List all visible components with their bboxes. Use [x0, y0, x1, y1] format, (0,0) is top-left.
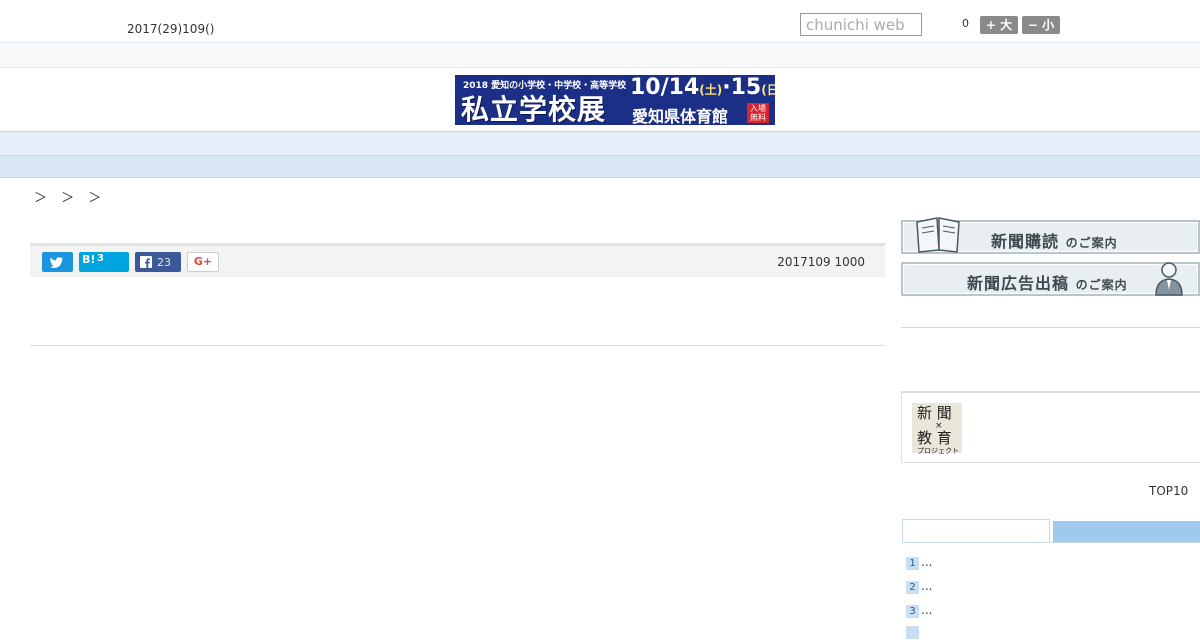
google-plus-button[interactable]: G+	[187, 252, 219, 272]
advertising-label: 新聞広告出稿	[967, 274, 1070, 293]
ranking-tab[interactable]	[1053, 521, 1200, 543]
top-bar: 2017(29)109() 0 + 大 − 小	[0, 0, 1200, 43]
ranking-item-partial[interactable]	[906, 626, 921, 640]
school-fair-banner[interactable]: 2018 愛知の小学校・中学校・高等学校 私立学校展 10/14(土)·15(日…	[455, 75, 775, 125]
hatena-bookmark-button[interactable]: B! 3	[79, 252, 129, 272]
newspaper-icon	[916, 217, 960, 253]
sub-header-bar	[0, 44, 1200, 68]
subscription-banner[interactable]: 新聞購読 のご案内	[901, 217, 1200, 254]
rank-number: 2	[906, 581, 919, 594]
current-date: 2017(29)109()	[127, 22, 215, 36]
font-size-indicator: 0	[962, 17, 969, 30]
banner-place: 愛知県体育館	[632, 107, 729, 125]
article-published-date: 2017109 1000	[777, 255, 865, 269]
businessman-icon	[1155, 262, 1183, 296]
twitter-share-button[interactable]	[42, 252, 73, 272]
banner-date: 10/14(土)·15(日)	[630, 75, 775, 100]
font-bigger-button[interactable]: + 大	[980, 16, 1018, 34]
rank-text: ...	[921, 579, 933, 593]
advertising-banner[interactable]: 新聞広告出稿 のご案内	[901, 262, 1200, 296]
global-nav	[0, 131, 1200, 155]
search-input[interactable]	[800, 13, 922, 36]
rank-text: ...	[921, 603, 933, 617]
rank-text: ...	[921, 555, 933, 569]
banner-free-badge: 入場無料	[747, 103, 769, 123]
sidebar-divider	[901, 327, 1200, 328]
banner-main-text: 私立学校展	[461, 93, 607, 125]
twitter-bird-icon	[50, 257, 63, 268]
subscription-suffix: のご案内	[1065, 236, 1118, 250]
hatena-icon: B!	[82, 253, 96, 266]
ranking-tab-underline	[902, 542, 1200, 543]
facebook-share-button[interactable]: 23	[135, 252, 181, 272]
ranking-item[interactable]: 2...	[906, 579, 933, 594]
breadcrumb[interactable]: ＞ ＞ ＞	[34, 187, 106, 206]
hatena-count: 3	[97, 253, 104, 264]
advertising-suffix: のご案内	[1075, 278, 1128, 292]
rank-number	[906, 626, 919, 639]
font-smaller-button[interactable]: − 小	[1022, 16, 1060, 34]
facebook-count: 23	[157, 256, 171, 269]
article-divider	[30, 345, 885, 346]
rank-number: 3	[906, 605, 919, 618]
newspaper-education-logo: 新 聞 × 教 育 プロジェクト	[912, 403, 962, 455]
sub-nav	[0, 155, 1200, 178]
share-bar: B! 3 23 G+ 2017109 1000	[30, 243, 885, 277]
ranking-tab-active[interactable]	[902, 519, 1050, 543]
ranking-title: TOP10	[1149, 484, 1189, 498]
subscription-label: 新聞購読	[991, 232, 1060, 251]
ranking-item[interactable]: 1...	[906, 555, 933, 570]
newspaper-education-box[interactable]: 新 聞 × 教 育 プロジェクト	[901, 391, 1200, 463]
ranking-item[interactable]: 3...	[906, 603, 933, 618]
facebook-icon	[140, 256, 152, 268]
rank-number: 1	[906, 557, 919, 570]
